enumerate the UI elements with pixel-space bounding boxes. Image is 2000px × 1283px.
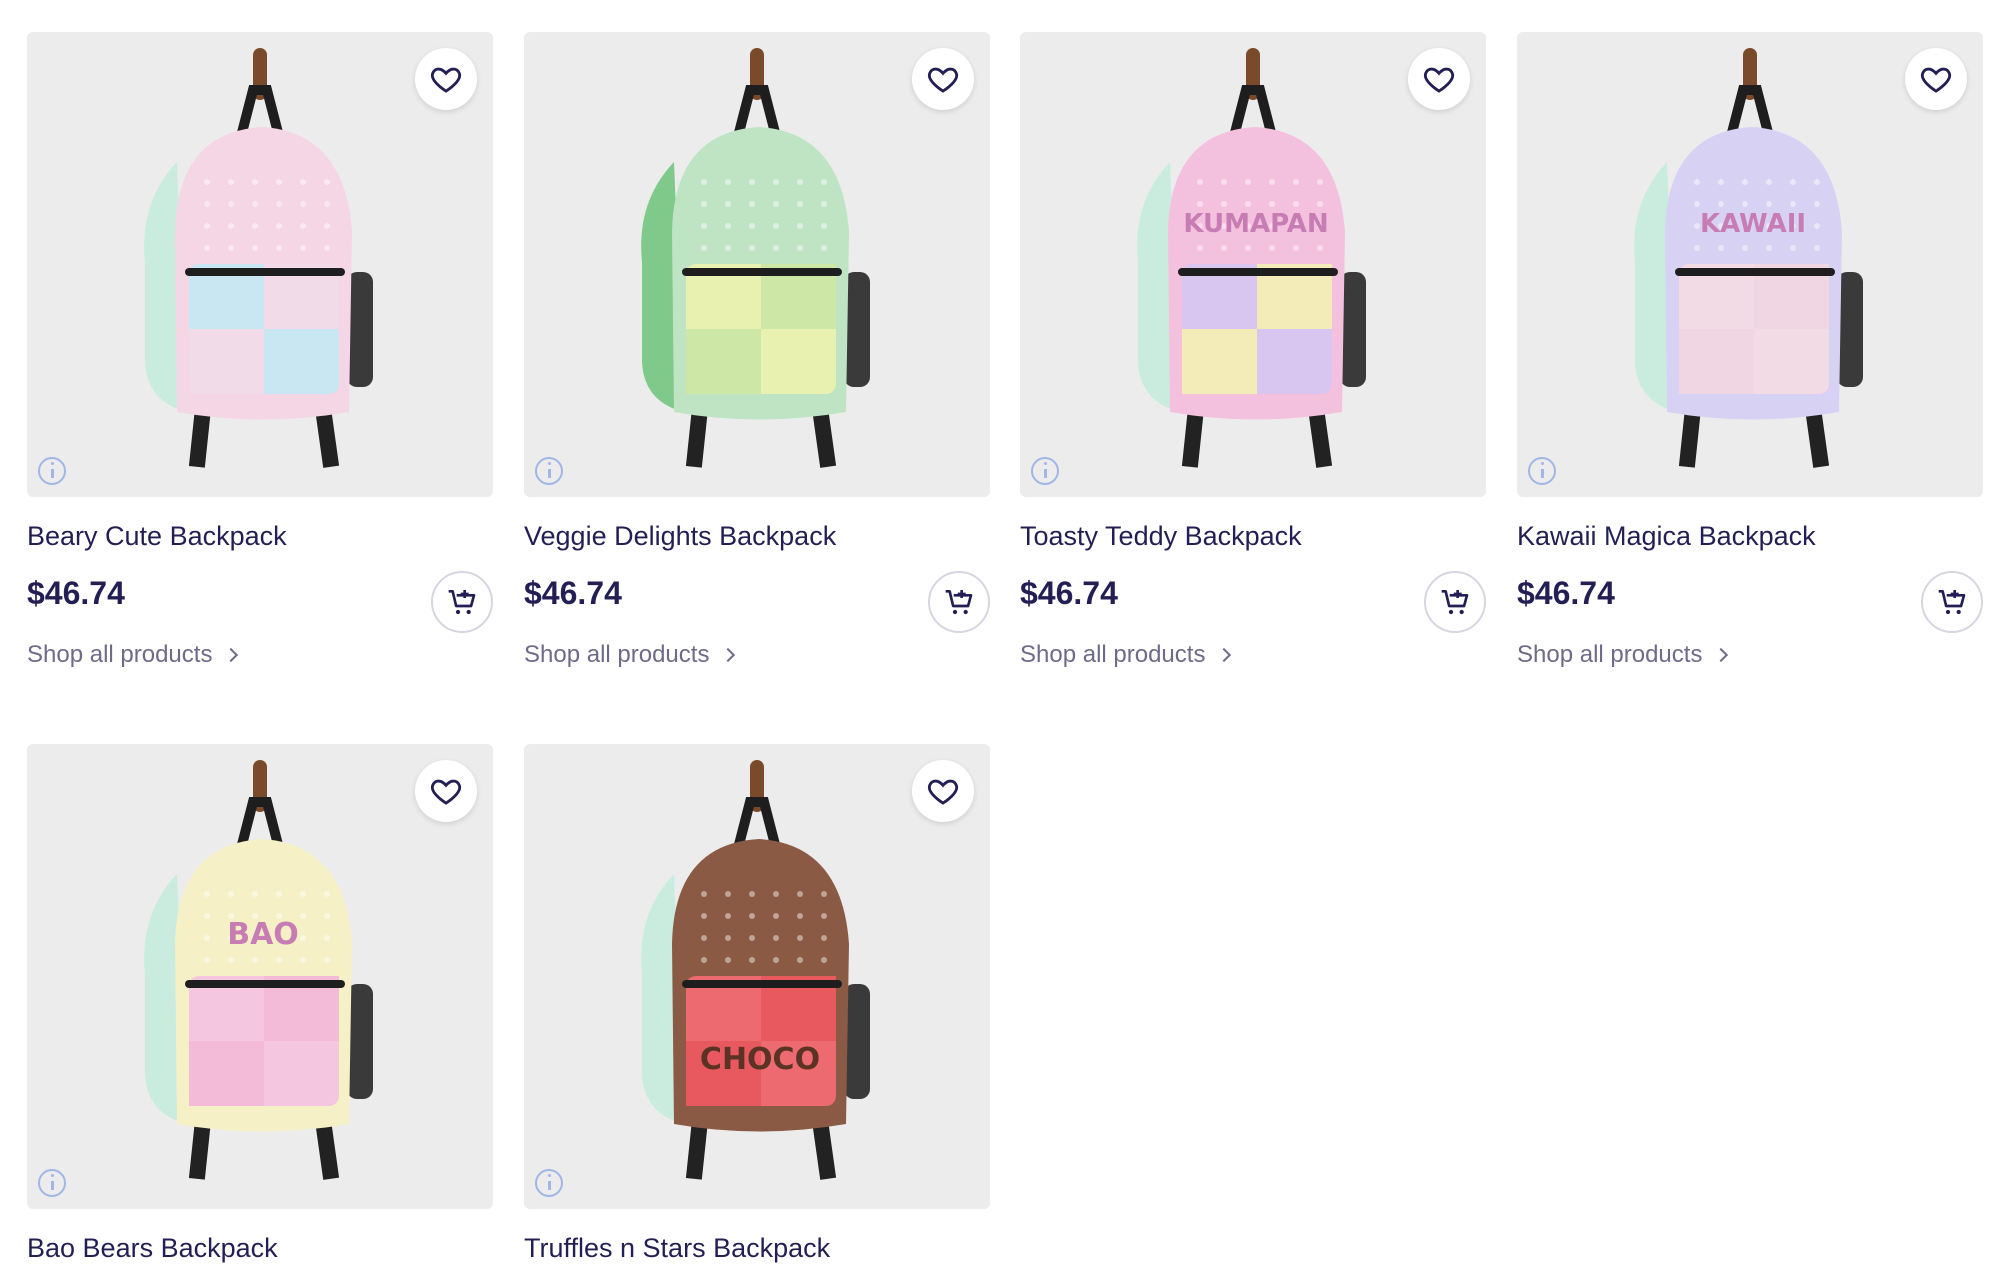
product-card: CHOCO Truffles n Stars Backpack xyxy=(524,744,990,1265)
add-to-cart-button[interactable] xyxy=(431,571,493,633)
product-title[interactable]: Truffles n Stars Backpack xyxy=(524,1231,990,1265)
svg-text:KAWAII: KAWAII xyxy=(1700,209,1806,239)
add-to-cart-icon xyxy=(448,590,476,615)
shop-link-label: Shop all products xyxy=(1517,641,1703,668)
heart-icon xyxy=(430,779,462,805)
product-image[interactable]: BAO xyxy=(27,744,493,1209)
shop-all-products-link[interactable]: Shop all products xyxy=(1517,641,1729,669)
favorite-button[interactable] xyxy=(1905,48,1967,110)
product-image[interactable]: KUMAPAN xyxy=(1020,32,1486,497)
product-price: $46.74 xyxy=(27,575,125,611)
product-title[interactable]: Bao Bears Backpack xyxy=(27,1231,493,1265)
favorite-button[interactable] xyxy=(912,760,974,822)
backpack-illustration: KAWAII xyxy=(1634,48,1863,468)
product-card: KUMAPAN Toasty Teddy Backpack $46.74 Sho… xyxy=(1020,32,1486,669)
favorite-button[interactable] xyxy=(415,760,477,822)
product-card: KAWAII Kawaii Magica Backpack $46.74 Sho… xyxy=(1517,32,1983,669)
chevron-right-icon xyxy=(224,647,239,663)
product-image[interactable]: CHOCO xyxy=(524,744,990,1209)
shop-link-label: Shop all products xyxy=(524,641,710,668)
product-image[interactable] xyxy=(524,32,990,497)
heart-icon xyxy=(927,779,959,805)
product-card: Veggie Delights Backpack $46.74 Shop all… xyxy=(524,32,990,669)
product-price: $46.74 xyxy=(1517,575,1615,611)
shop-all-products-link[interactable]: Shop all products xyxy=(1020,641,1232,669)
heart-icon xyxy=(430,67,462,93)
info-icon[interactable] xyxy=(535,1169,563,1197)
product-card: BAO Bao Bears Backpack xyxy=(27,744,493,1265)
add-to-cart-icon xyxy=(945,590,973,615)
chevron-right-icon xyxy=(721,647,736,663)
info-icon[interactable] xyxy=(1528,457,1556,485)
favorite-button[interactable] xyxy=(1408,48,1470,110)
add-to-cart-button[interactable] xyxy=(928,571,990,633)
svg-text:CHOCO: CHOCO xyxy=(700,1042,820,1077)
info-icon[interactable] xyxy=(1031,457,1059,485)
product-title[interactable]: Toasty Teddy Backpack xyxy=(1020,519,1486,553)
heart-icon xyxy=(927,67,959,93)
product-image[interactable]: KAWAII xyxy=(1517,32,1983,497)
chevron-right-icon xyxy=(1714,647,1729,663)
shop-link-label: Shop all products xyxy=(1020,641,1206,668)
backpack-illustration: CHOCO xyxy=(641,760,870,1180)
product-title[interactable]: Veggie Delights Backpack xyxy=(524,519,990,553)
product-card: Beary Cute Backpack $46.74 Shop all prod… xyxy=(27,32,493,669)
backpack-illustration xyxy=(144,48,373,468)
product-price: $46.74 xyxy=(1020,575,1118,611)
shop-link-label: Shop all products xyxy=(27,641,213,668)
info-icon[interactable] xyxy=(38,457,66,485)
favorite-button[interactable] xyxy=(415,48,477,110)
svg-text:BAO: BAO xyxy=(227,917,299,952)
product-title[interactable]: Kawaii Magica Backpack xyxy=(1517,519,1983,553)
backpack-illustration xyxy=(641,48,870,468)
shop-all-products-link[interactable]: Shop all products xyxy=(27,641,239,669)
favorite-button[interactable] xyxy=(912,48,974,110)
product-title[interactable]: Beary Cute Backpack xyxy=(27,519,493,553)
add-to-cart-icon xyxy=(1938,590,1966,615)
add-to-cart-icon xyxy=(1441,590,1469,615)
add-to-cart-button[interactable] xyxy=(1921,571,1983,633)
heart-icon xyxy=(1423,67,1455,93)
product-image[interactable] xyxy=(27,32,493,497)
add-to-cart-button[interactable] xyxy=(1424,571,1486,633)
info-icon[interactable] xyxy=(535,457,563,485)
backpack-illustration: KUMAPAN xyxy=(1137,48,1366,468)
svg-text:KUMAPAN: KUMAPAN xyxy=(1183,209,1328,239)
backpack-illustration: BAO xyxy=(144,760,373,1180)
product-price: $46.74 xyxy=(524,575,622,611)
heart-icon xyxy=(1920,67,1952,93)
info-icon[interactable] xyxy=(38,1169,66,1197)
shop-all-products-link[interactable]: Shop all products xyxy=(524,641,736,669)
chevron-right-icon xyxy=(1217,647,1232,663)
